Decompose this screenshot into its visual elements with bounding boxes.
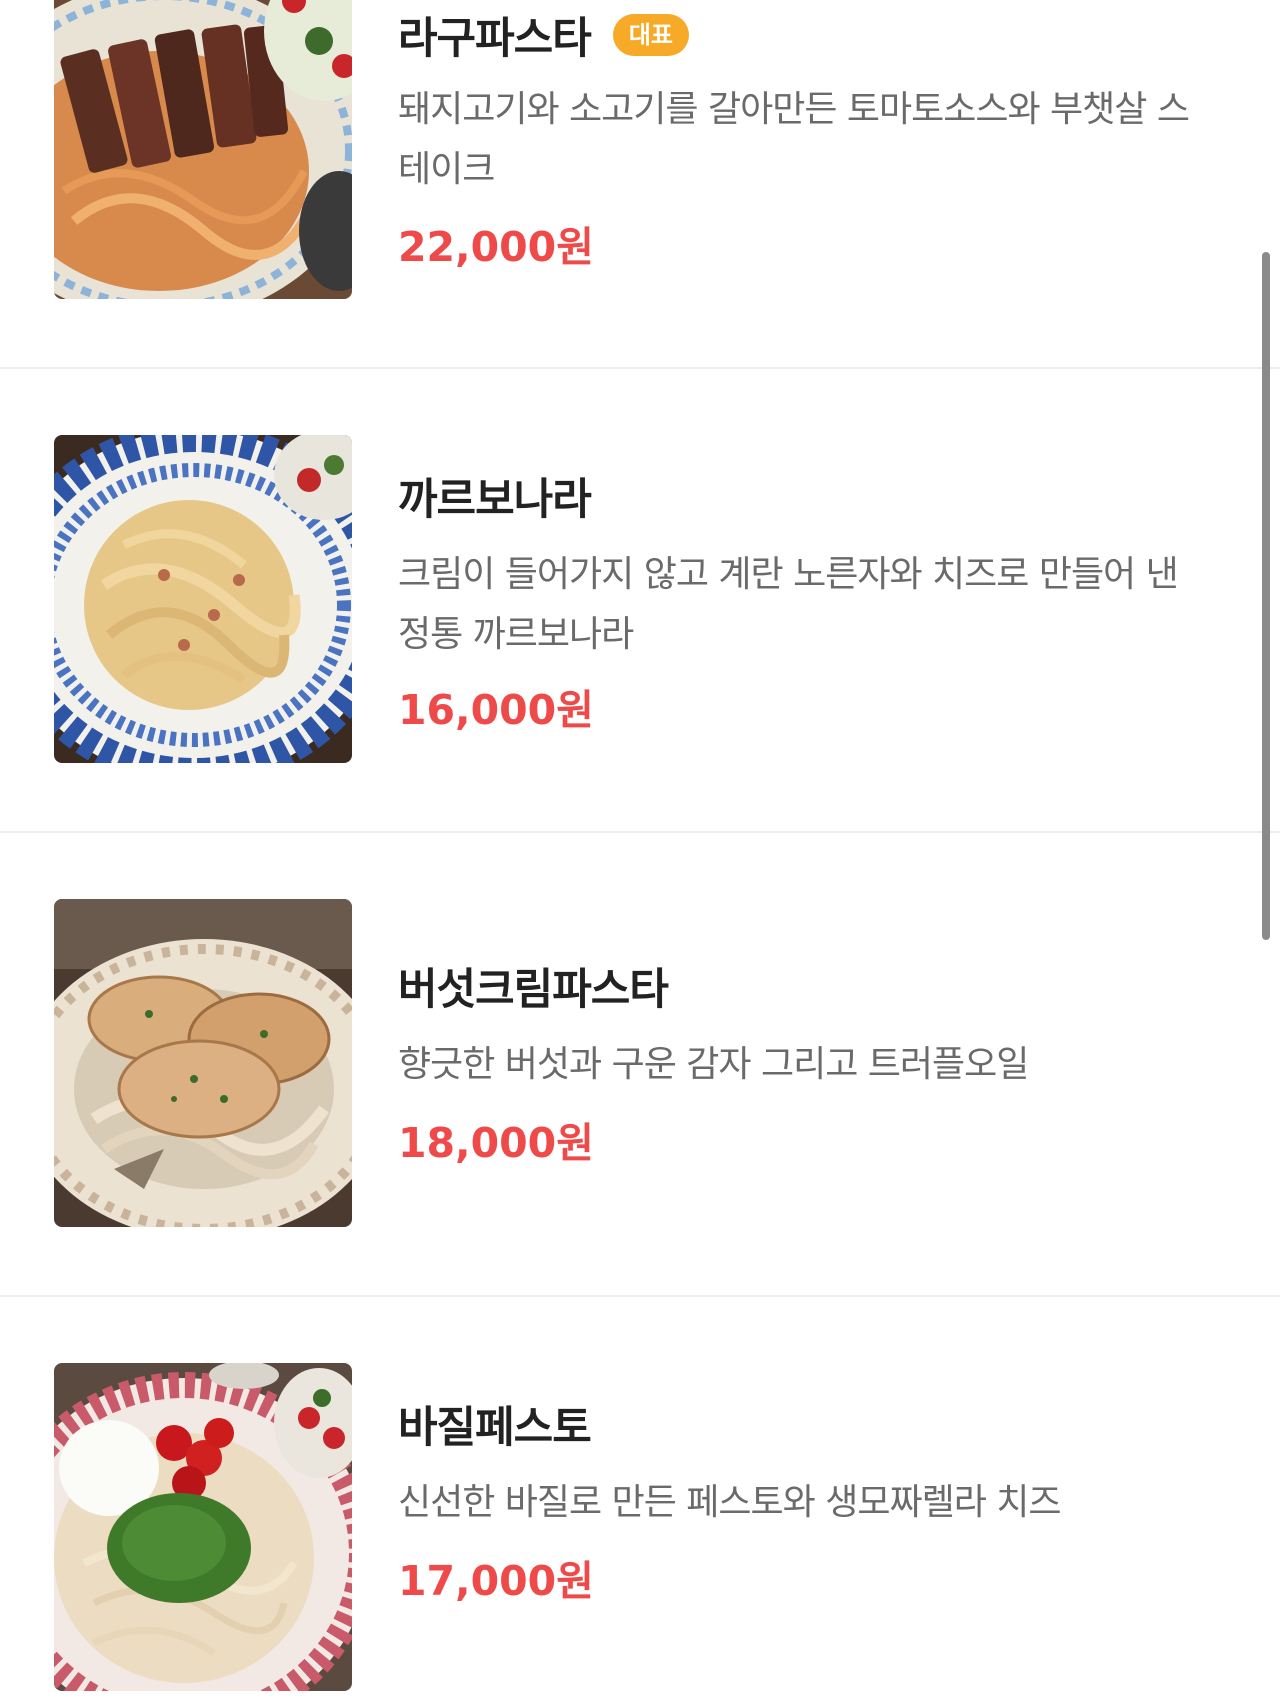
menu-item-ragu-pasta[interactable]: 라구파스타 대표 돼지고기와 소고기를 갈아만든 토마토소스와 부챗살 스테이크…: [0, 0, 1280, 368]
menu-item-description: 향긋한 버섯과 구운 감자 그리고 트러플오일: [398, 1044, 1029, 1085]
menu-item-price: 16,000원: [398, 686, 594, 734]
ragu-pasta-image: [54, 0, 352, 299]
mushroom-cream-pasta-name-row: 버섯크림파스타: [398, 955, 669, 1017]
menu-item-mushroom-cream-pasta[interactable]: 버섯크림파스타 향긋한 버섯과 구운 감자 그리고 트러플오일 18,000원: [0, 833, 1280, 1296]
menu-item-name: 바질페스토: [398, 1403, 592, 1453]
menu-item-price: 17,000원: [398, 1557, 594, 1605]
basil-pesto-name-row: 바질페스토: [398, 1393, 592, 1455]
menu-item-description: 신선한 바질로 만든 페스토와 생모짜렐라 치즈: [398, 1482, 1062, 1523]
menu-item-description: 크림이 들어가지 않고 계란 노른자와 치즈로 만들어 낸 정통 까르보나라: [398, 554, 1179, 655]
mushroom-cream-pasta-image: [54, 899, 352, 1227]
basil-pesto-image: [54, 1363, 352, 1691]
menu-item-description: 돼지고기와 소고기를 갈아만든 토마토소스와 부챗살 스테이크: [398, 89, 1190, 190]
menu-list: 라구파스타 대표 돼지고기와 소고기를 갈아만든 토마토소스와 부챗살 스테이크…: [0, 0, 1280, 1707]
menu-item-price: 22,000원: [398, 223, 594, 271]
menu-item-name: 라구파스타: [398, 14, 592, 64]
menu-item-name: 까르보나라: [398, 475, 592, 525]
menu-item-name: 버섯크림파스타: [398, 965, 669, 1015]
ragu-pasta-name-row: 라구파스타 대표: [398, 4, 689, 66]
menu-item-basil-pesto[interactable]: 바질페스토 신선한 바질로 만든 페스토와 생모짜렐라 치즈 17,000원: [0, 1297, 1280, 1707]
menu-item-carbonara[interactable]: 까르보나라 크림이 들어가지 않고 계란 노른자와 치즈로 만들어 낸 정통 까…: [0, 369, 1280, 832]
carbonara-name-row: 까르보나라: [398, 465, 592, 527]
carbonara-image: [54, 435, 352, 763]
menu-item-price: 18,000원: [398, 1119, 594, 1167]
signature-badge: 대표: [612, 14, 689, 56]
vertical-scrollbar[interactable]: [1262, 252, 1270, 940]
